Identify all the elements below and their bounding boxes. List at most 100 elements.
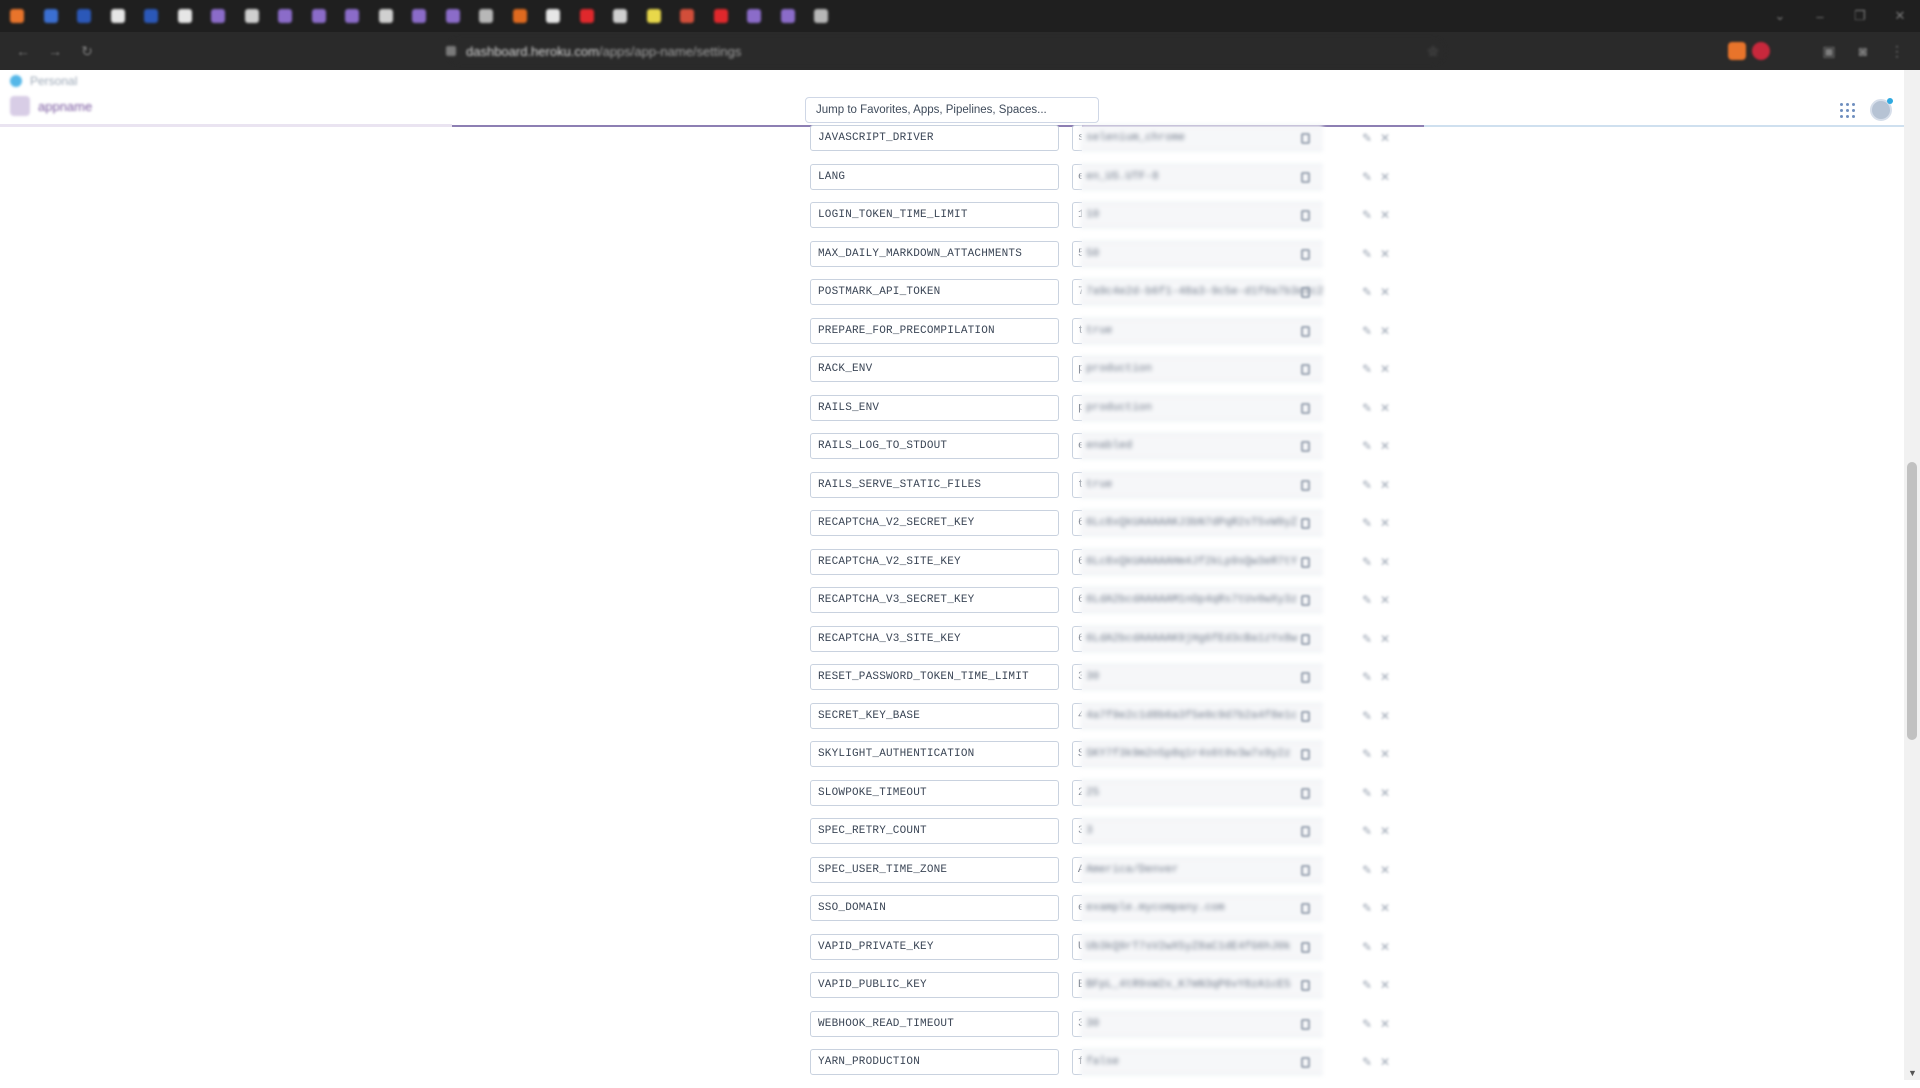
close-icon[interactable]: ✕ <box>1380 901 1392 915</box>
copy-icon[interactable] <box>1301 248 1310 260</box>
browser-tab[interactable]: Thin <box>134 0 168 32</box>
pencil-icon[interactable]: ✎ <box>1362 593 1374 607</box>
copy-icon[interactable] <box>1301 787 1310 799</box>
extensions-puzzle-icon[interactable]: ▣ <box>1816 38 1842 64</box>
pencil-icon[interactable]: ✎ <box>1362 555 1374 569</box>
config-var-key-input[interactable]: RAILS_ENV <box>810 394 1059 421</box>
close-icon[interactable]: ✕ <box>1380 401 1392 415</box>
config-var-value-masked[interactable]: enabled <box>1080 433 1323 459</box>
copy-icon[interactable] <box>1301 133 1310 144</box>
config-var-value-masked[interactable]: 50 <box>1080 240 1323 267</box>
copy-icon[interactable] <box>1301 479 1310 491</box>
pencil-icon[interactable]: ✎ <box>1362 670 1374 684</box>
config-var-value-masked[interactable]: 30 <box>1080 1010 1323 1037</box>
close-icon[interactable]: ✕ <box>1380 555 1392 569</box>
config-var-key-input[interactable]: RESET_PASSWORD_TOKEN_TIME_LIMIT <box>810 664 1059 690</box>
browser-tab[interactable]: How <box>704 0 738 32</box>
copy-icon[interactable] <box>1301 518 1310 529</box>
config-var-key-input[interactable]: RAILS_LOG_TO_STDOUT <box>810 433 1059 459</box>
app-name[interactable]: appname <box>38 99 92 114</box>
scroll-thumb[interactable] <box>1907 462 1917 740</box>
browser-tab[interactable]: Wo <box>168 0 202 32</box>
config-var-value-masked[interactable]: 10 <box>1080 202 1323 228</box>
pencil-icon[interactable]: ✎ <box>1362 362 1374 376</box>
config-var-value-masked[interactable]: 6Lc8xQkUAAAAAKJ3bN7dPqR2sT5vW9yZ <box>1080 510 1323 536</box>
config-var-value-masked[interactable]: 6Lc8xQkUAAAAAHm4Jf2kLp9sQw3eR7tY <box>1080 548 1323 575</box>
pencil-icon[interactable]: ✎ <box>1362 1017 1374 1031</box>
copy-icon[interactable] <box>1301 364 1310 375</box>
close-icon[interactable]: ✕ <box>1380 131 1392 145</box>
close-icon[interactable]: ✕ <box>1380 247 1392 261</box>
config-var-key-input[interactable]: WEBHOOK_READ_TIMEOUT <box>810 1010 1059 1037</box>
search-input[interactable]: Jump to Favorites, Apps, Pipelines, Spac… <box>805 97 1099 123</box>
config-var-key-input[interactable]: SPEC_USER_TIME_ZONE <box>810 856 1059 883</box>
copy-icon[interactable] <box>1301 903 1310 914</box>
scroll-down-arrow-icon[interactable]: ▼ <box>1908 1068 1917 1078</box>
browser-tab[interactable]: Why <box>34 0 68 32</box>
pencil-icon[interactable]: ✎ <box>1362 478 1374 492</box>
copy-icon[interactable] <box>1301 325 1310 337</box>
profile-icon[interactable]: ◙ <box>1850 38 1876 64</box>
browser-tab[interactable]: tool <box>402 0 436 32</box>
config-var-key-input[interactable]: RECAPTCHA_V2_SITE_KEY <box>810 548 1059 575</box>
browser-menu-icon[interactable]: ⋮ <box>1884 38 1910 64</box>
close-icon[interactable]: ✕ <box>1380 747 1392 761</box>
config-var-key-input[interactable]: RAILS_SERVE_STATIC_FILES <box>810 471 1059 498</box>
pencil-icon[interactable]: ✎ <box>1362 786 1374 800</box>
tab-search-icon[interactable]: ⌄ <box>1760 0 1800 32</box>
browser-tab[interactable]: The <box>0 0 34 32</box>
config-var-value-masked[interactable]: 4a7f9e2c1d8b6a3f5e0c9d7b2a4f8e1c <box>1080 702 1323 729</box>
browser-tab[interactable]: Sea <box>637 0 671 32</box>
config-var-key-input[interactable]: SLOWPOKE_TIMEOUT <box>810 779 1059 806</box>
browser-tab[interactable]: New <box>804 0 838 32</box>
star-icon[interactable]: ☆ <box>1420 38 1446 64</box>
config-var-value-masked[interactable]: 3 <box>1080 818 1323 844</box>
reload-icon[interactable]: ↻ <box>74 38 100 64</box>
config-var-key-input[interactable]: VAPID_PRIVATE_KEY <box>810 933 1059 960</box>
config-var-key-input[interactable]: LANG <box>810 163 1059 190</box>
extension-icon[interactable] <box>1728 42 1746 60</box>
browser-tab[interactable]: (97) <box>570 0 604 32</box>
browser-tab[interactable]: The <box>335 0 369 32</box>
config-var-value-masked[interactable]: example.mycompany.com <box>1080 895 1323 921</box>
pencil-icon[interactable]: ✎ <box>1362 401 1374 415</box>
restore-icon[interactable]: ❐ <box>1840 0 1880 32</box>
config-var-value-masked[interactable]: America/Denver <box>1080 856 1323 883</box>
copy-icon[interactable] <box>1301 402 1310 414</box>
page-scrollbar[interactable]: ▼ <box>1904 70 1920 1080</box>
close-icon[interactable]: ✕ <box>1380 362 1392 376</box>
close-icon[interactable]: ✕ <box>1380 170 1392 184</box>
browser-tab[interactable]: Rob <box>603 0 637 32</box>
config-var-value-masked[interactable]: Ub3kQ9rT7sV2wX5yZ8aC1dE4fG6hJ0k <box>1080 933 1323 960</box>
config-var-value-masked[interactable]: 25 <box>1080 779 1323 806</box>
close-icon[interactable]: ✕ <box>1380 709 1392 723</box>
close-icon[interactable]: ✕ <box>1380 824 1392 838</box>
pencil-icon[interactable]: ✎ <box>1362 285 1374 299</box>
close-icon[interactable]: ✕ <box>1380 978 1392 992</box>
extension-icon[interactable] <box>1752 42 1770 60</box>
pencil-icon[interactable]: ✎ <box>1362 131 1374 145</box>
copy-icon[interactable] <box>1301 633 1310 645</box>
pencil-icon[interactable]: ✎ <box>1362 747 1374 761</box>
close-icon[interactable]: ✕ <box>1380 632 1392 646</box>
close-icon[interactable]: ✕ <box>1380 516 1392 530</box>
copy-icon[interactable] <box>1301 749 1310 760</box>
pencil-icon[interactable]: ✎ <box>1362 208 1374 222</box>
config-var-value-masked[interactable]: true <box>1080 317 1323 344</box>
config-var-key-input[interactable]: SKYLIGHT_AUTHENTICATION <box>810 741 1059 767</box>
config-var-value-masked[interactable]: 6LdA2bcdAAAAAK9jHg6fEd3cBa1zYx8w <box>1080 625 1323 652</box>
close-icon[interactable]: ✕ <box>1380 478 1392 492</box>
browser-tab[interactable]: Gar <box>268 0 302 32</box>
config-var-key-input[interactable]: RECAPTCHA_V2_SECRET_KEY <box>810 510 1059 536</box>
config-var-value-masked[interactable]: false <box>1080 1049 1323 1075</box>
copy-icon[interactable] <box>1301 672 1310 683</box>
config-var-value-masked[interactable]: 30 <box>1080 664 1323 690</box>
config-var-key-input[interactable]: SECRET_KEY_BASE <box>810 702 1059 729</box>
config-var-key-input[interactable]: RACK_ENV <box>810 356 1059 382</box>
config-var-value-masked[interactable]: BFpL_4tR9sW2x_K7mN3qP6vY8zA1cE5 <box>1080 972 1323 998</box>
pencil-icon[interactable]: ✎ <box>1362 901 1374 915</box>
copy-icon[interactable] <box>1301 826 1310 837</box>
minimize-icon[interactable]: – <box>1800 0 1840 32</box>
browser-tab[interactable]: Jeg <box>737 0 771 32</box>
pencil-icon[interactable]: ✎ <box>1362 978 1374 992</box>
